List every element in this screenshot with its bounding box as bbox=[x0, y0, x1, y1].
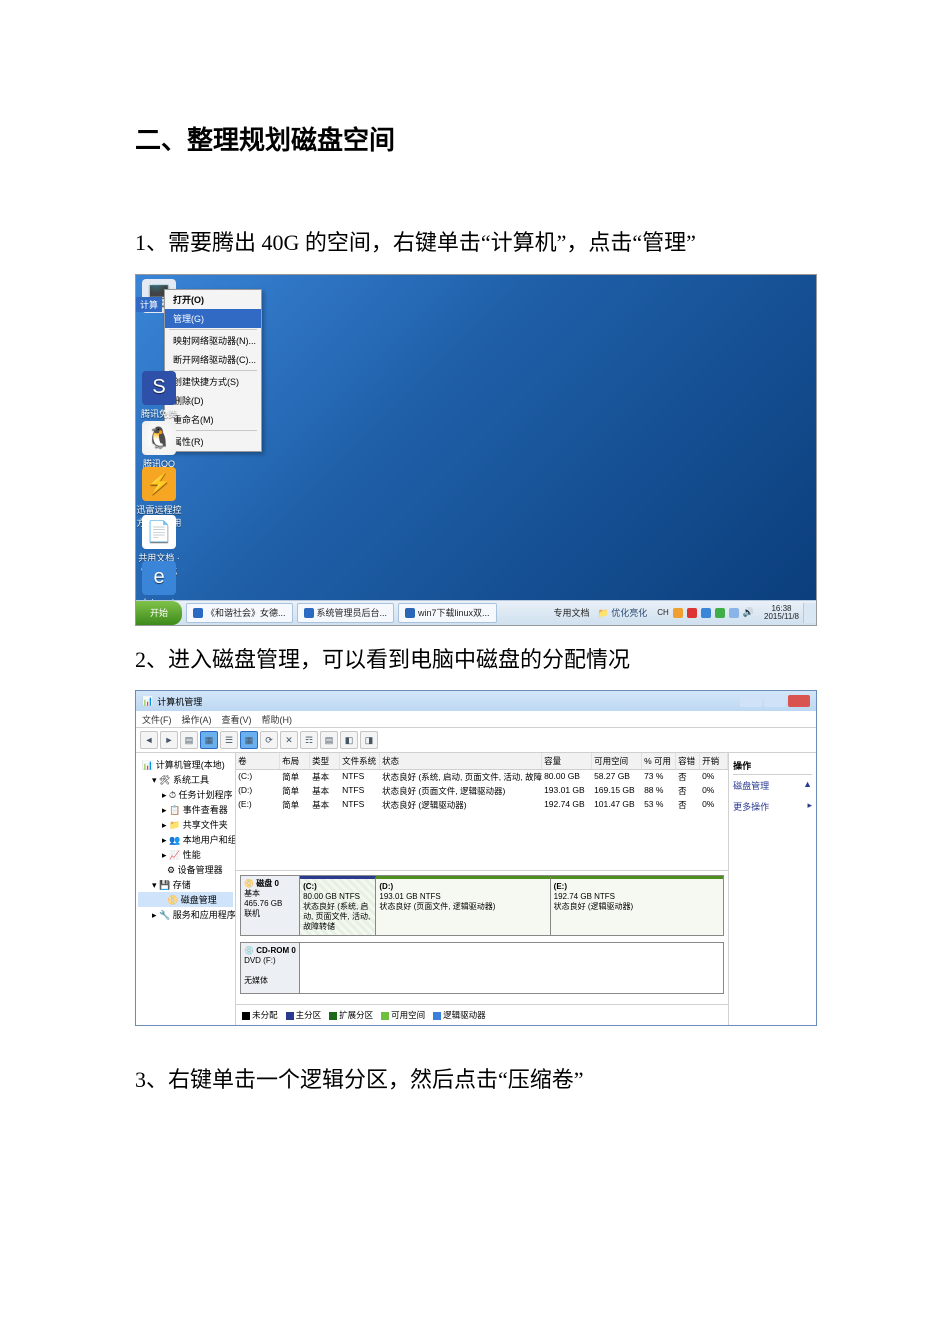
col-free[interactable]: 可用空间 bbox=[592, 753, 642, 769]
toolbar-icon[interactable]: ◧ bbox=[340, 731, 358, 749]
tree-shared[interactable]: ▸ 📁 共享文件夹 bbox=[138, 817, 233, 832]
maximize-button[interactable] bbox=[764, 695, 786, 707]
menu-view[interactable]: 查看(V) bbox=[222, 713, 252, 726]
tree-users[interactable]: ▸ 👥 本地用户和组 bbox=[138, 832, 233, 847]
tree-services[interactable]: ▸ 🔧 服务和应用程序 bbox=[138, 907, 233, 922]
toolbar-icon[interactable]: ▦ bbox=[240, 731, 258, 749]
taskbar-opt[interactable]: 📁 优化亮化 bbox=[593, 606, 651, 619]
nav-fwd-icon[interactable]: ► bbox=[160, 731, 178, 749]
tree-storage[interactable]: ▾ 💾 存储 bbox=[138, 877, 233, 892]
actions-more[interactable]: 更多操作▸ bbox=[733, 796, 812, 817]
col-type[interactable]: 类型 bbox=[310, 753, 340, 769]
docs-icon[interactable]: 📄 bbox=[142, 515, 176, 549]
ctx-open[interactable]: 打开(O) bbox=[165, 290, 261, 309]
menu-help[interactable]: 帮助(H) bbox=[262, 713, 293, 726]
tree-system-tools[interactable]: ▾ 🛠 系统工具 bbox=[138, 772, 233, 787]
volume-row[interactable]: (D:)简单基本NTFS状态良好 (页面文件, 逻辑驱动器)193.01 GB1… bbox=[236, 784, 728, 798]
clock[interactable]: 16:38 2015/11/8 bbox=[760, 605, 803, 621]
col-status[interactable]: 状态 bbox=[380, 753, 542, 769]
actions-header: 操作 bbox=[733, 757, 812, 775]
ctx-manage[interactable]: 管理(G) bbox=[165, 309, 261, 328]
computer-label: 计算 bbox=[136, 297, 162, 312]
taskbar: 开始 《和谐社会》女德... 系统管理员后台... win7下载linux双..… bbox=[136, 600, 816, 625]
section-heading: 二、整理规划磁盘空间 bbox=[135, 120, 815, 157]
qq-icon[interactable]: 🐧 bbox=[142, 421, 176, 455]
ime-indicator[interactable]: CH bbox=[657, 608, 669, 617]
taskbar-app-2[interactable]: 系统管理员后台... bbox=[297, 603, 395, 623]
window-titlebar: 📊 计算机管理 bbox=[136, 691, 816, 711]
partition-d[interactable]: (D:) 193.01 GB NTFS 状态良好 (页面文件, 逻辑驱动器) bbox=[376, 876, 550, 935]
thunder-icon[interactable]: ⚡ bbox=[142, 467, 176, 501]
tree-root[interactable]: 📊 计算机管理(本地) bbox=[138, 757, 233, 772]
nav-tree: 📊 计算机管理(本地) ▾ 🛠 系统工具 ▸ ⏱ 任务计划程序 ▸ 📋 事件查看… bbox=[136, 753, 236, 1025]
toolbar-icon[interactable]: ▤ bbox=[320, 731, 338, 749]
app-icon: 📊 bbox=[142, 696, 153, 707]
window-title: 计算机管理 bbox=[157, 695, 202, 708]
tree-devices[interactable]: ⚙ 设备管理器 bbox=[138, 862, 233, 877]
ie-icon[interactable]: e bbox=[142, 561, 176, 595]
volume-row[interactable]: (C:)简单基本NTFS状态良好 (系统, 启动, 页面文件, 活动, 故障转储… bbox=[236, 770, 728, 784]
cd-rom-header[interactable]: 💿 CD-ROM 0 DVD (F:) 无媒体 bbox=[241, 943, 300, 993]
disk-0: 📀 磁盘 0 基本 465.76 GB 联机 (C:) 80.00 GB NTF… bbox=[240, 875, 724, 936]
step-1-text: 1、需要腾出 40G 的空间，右键单击“计算机”，点击“管理” bbox=[135, 217, 815, 270]
partition-c[interactable]: (C:) 80.00 GB NTFS 状态良好 (系统, 启动, 页面文件, 活… bbox=[300, 876, 376, 935]
ctx-map-drive[interactable]: 映射网络驱动器(N)... bbox=[165, 331, 261, 350]
toolbar-icon[interactable]: ◨ bbox=[360, 731, 378, 749]
screenshot-disk-management: 📊 计算机管理 文件(F) 操作(A) 查看(V) 帮助(H) ◄ ► ▤ ▦ ☰… bbox=[135, 690, 817, 1026]
step-3-text: 3、右键单击一个逻辑分区，然后点击“压缩卷” bbox=[135, 1056, 815, 1104]
delete-icon[interactable]: ✕ bbox=[280, 731, 298, 749]
col-fault[interactable]: 容错 bbox=[676, 753, 700, 769]
disk-map: 📀 磁盘 0 基本 465.76 GB 联机 (C:) 80.00 GB NTF… bbox=[236, 870, 728, 1004]
tray-icon[interactable] bbox=[701, 608, 711, 618]
screenshot-desktop: 🖥️ 计算 打开(O) 管理(G) 映射网络驱动器(N)... 断开网络驱动器(… bbox=[135, 274, 817, 626]
taskbar-docs[interactable]: 专用文档 bbox=[549, 606, 593, 619]
refresh-icon[interactable]: ⟳ bbox=[260, 731, 278, 749]
toolbar-icon[interactable]: ▤ bbox=[180, 731, 198, 749]
system-tray: CH 🔊 bbox=[651, 607, 760, 618]
start-button[interactable]: 开始 bbox=[136, 601, 182, 625]
taskbar-app-3[interactable]: win7下载linux双... bbox=[398, 603, 497, 623]
tree-scheduler[interactable]: ▸ ⏱ 任务计划程序 bbox=[138, 787, 233, 802]
toolbar-icon[interactable]: ▦ bbox=[200, 731, 218, 749]
actions-pane: 操作 磁盘管理▲ 更多操作▸ bbox=[729, 753, 816, 1025]
tray-icon[interactable] bbox=[729, 608, 739, 618]
cd-rom-0: 💿 CD-ROM 0 DVD (F:) 无媒体 bbox=[240, 942, 724, 994]
tray-icon[interactable] bbox=[715, 608, 725, 618]
s-icon[interactable]: S bbox=[142, 371, 176, 405]
col-cap[interactable]: 容量 bbox=[542, 753, 592, 769]
volume-row[interactable]: (E:)简单基本NTFS状态良好 (逻辑驱动器)192.74 GB101.47 … bbox=[236, 798, 728, 812]
minimize-button[interactable] bbox=[740, 695, 762, 707]
legend: 未分配 主分区 扩展分区 可用空间 逻辑驱动器 bbox=[236, 1004, 728, 1025]
col-oh[interactable]: 开销 bbox=[700, 753, 728, 769]
actions-disk-mgmt[interactable]: 磁盘管理▲ bbox=[733, 775, 812, 796]
show-desktop[interactable] bbox=[803, 603, 816, 623]
ctx-disconnect-drive[interactable]: 断开网络驱动器(C)... bbox=[165, 350, 261, 369]
disk-list-panel: 卷 布局 类型 文件系统 状态 容量 可用空间 % 可用 容错 开销 (C:)简… bbox=[236, 753, 729, 1025]
volume-icon[interactable]: 🔊 bbox=[743, 607, 754, 618]
cd-empty bbox=[300, 943, 723, 993]
toolbar: ◄ ► ▤ ▦ ☰ ▦ ⟳ ✕ ☶ ▤ ◧ ◨ bbox=[136, 728, 816, 753]
volume-columns: 卷 布局 类型 文件系统 状态 容量 可用空间 % 可用 容错 开销 bbox=[236, 753, 728, 770]
menu-action[interactable]: 操作(A) bbox=[182, 713, 212, 726]
tray-icon[interactable] bbox=[673, 608, 683, 618]
col-volume[interactable]: 卷 bbox=[236, 753, 280, 769]
menu-file[interactable]: 文件(F) bbox=[142, 713, 172, 726]
step-2-text: 2、进入磁盘管理，可以看到电脑中磁盘的分配情况 bbox=[135, 636, 815, 684]
tray-icon[interactable] bbox=[687, 608, 697, 618]
col-fs[interactable]: 文件系统 bbox=[340, 753, 380, 769]
tree-event-viewer[interactable]: ▸ 📋 事件查看器 bbox=[138, 802, 233, 817]
col-layout[interactable]: 布局 bbox=[280, 753, 310, 769]
col-pct[interactable]: % 可用 bbox=[642, 753, 676, 769]
taskbar-app-1[interactable]: 《和谐社会》女德... bbox=[186, 603, 293, 623]
nav-back-icon[interactable]: ◄ bbox=[140, 731, 158, 749]
tree-disk-mgmt[interactable]: 📀 磁盘管理 bbox=[138, 892, 233, 907]
disk-0-header[interactable]: 📀 磁盘 0 基本 465.76 GB 联机 bbox=[241, 876, 300, 935]
close-button[interactable] bbox=[788, 695, 810, 707]
tree-perf[interactable]: ▸ 📈 性能 bbox=[138, 847, 233, 862]
toolbar-icon[interactable]: ☰ bbox=[220, 731, 238, 749]
toolbar-icon[interactable]: ☶ bbox=[300, 731, 318, 749]
menu-bar: 文件(F) 操作(A) 查看(V) 帮助(H) bbox=[136, 711, 816, 728]
partition-e[interactable]: (E:) 192.74 GB NTFS 状态良好 (逻辑驱动器) bbox=[551, 876, 723, 935]
